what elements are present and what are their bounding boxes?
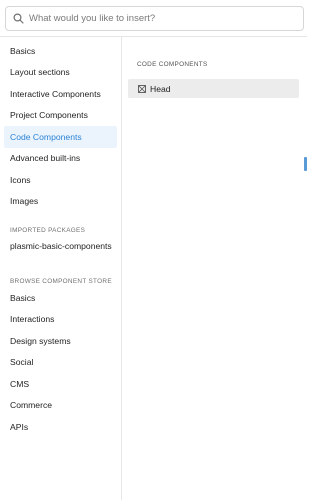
component-item-head[interactable]: Head — [128, 79, 299, 98]
components-panel: CODE COMPONENTS Head — [122, 37, 307, 500]
store-item-interactions[interactable]: Interactions — [4, 309, 117, 331]
sidebar-item-basics[interactable]: Basics — [4, 40, 117, 62]
store-item-basics[interactable]: Basics — [4, 287, 117, 309]
browse-store-header: BROWSE COMPONENT STORE — [10, 278, 112, 285]
scrollbar-thumb[interactable] — [304, 157, 307, 171]
sidebar-item-advanced-built-ins[interactable]: Advanced built-ins — [4, 148, 117, 170]
component-box-icon — [138, 84, 146, 93]
sidebar-item-images[interactable]: Images — [4, 191, 117, 213]
sidebar-item-icons[interactable]: Icons — [4, 169, 117, 191]
sidebar-item-plasmic-basic-components[interactable]: plasmic-basic-components — [4, 235, 117, 257]
sidebar-item-code-components[interactable]: Code Components — [4, 126, 117, 148]
store-item-social[interactable]: Social — [4, 352, 117, 374]
imported-packages-header: IMPORTED PACKAGES — [10, 227, 86, 234]
component-label: Head — [150, 83, 171, 94]
search-input[interactable] — [29, 13, 289, 24]
section-title: CODE COMPONENTS — [137, 61, 208, 68]
sidebar-item-project-components[interactable]: Project Components — [4, 105, 117, 127]
search-bar[interactable] — [5, 6, 304, 31]
store-item-cms[interactable]: CMS — [4, 373, 117, 395]
search-icon — [12, 13, 24, 25]
store-item-commerce[interactable]: Commerce — [4, 395, 117, 417]
store-item-apis[interactable]: APIs — [4, 416, 117, 438]
sidebar-item-layout-sections[interactable]: Layout sections — [4, 62, 117, 84]
sidebar-item-interactive-components[interactable]: Interactive Components — [4, 83, 117, 105]
store-item-design-systems[interactable]: Design systems — [4, 330, 117, 352]
